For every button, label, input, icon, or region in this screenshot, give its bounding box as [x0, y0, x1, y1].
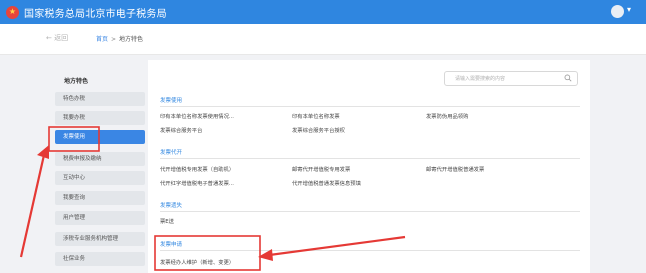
section-divider — [160, 158, 580, 159]
link-red-e-invoice[interactable]: 代开红字增值税电子普通发票... — [160, 179, 234, 187]
sidebar-item-interaction[interactable]: 互动中心 — [55, 171, 145, 185]
sidebar-item-invoice-use[interactable]: 发票使用 — [55, 130, 145, 144]
link-piao-e-song[interactable]: 票E送 — [160, 217, 174, 225]
main-panel: 发票使用 印有本单位名称发票使用情况... 印有本单位名称发票 发票防伪用品领购… — [148, 60, 590, 273]
link-anti-counterfeit-supplies[interactable]: 发票防伪用品领购 — [426, 112, 468, 120]
chevron-down-icon[interactable]: ▾ — [627, 5, 631, 14]
search-icon[interactable] — [564, 74, 572, 82]
link-prefill-normal-invoice[interactable]: 代开增值税普通发票信息预填 — [292, 179, 361, 187]
breadcrumb: 首页 > 地方特色 — [96, 34, 143, 43]
sidebar-item-special-tax[interactable]: 特色办税 — [55, 92, 145, 106]
tax-bureau-logo-icon: ★ — [6, 5, 19, 19]
sidebar-item-query[interactable]: 我要查询 — [55, 191, 145, 205]
link-invoice-usage-report[interactable]: 印有本单位名称发票使用情况... — [160, 112, 234, 120]
top-bar: ★ 国家税务总局北京市电子税务局 — [0, 0, 646, 24]
app-title: 国家税务总局北京市电子税务局 — [24, 8, 167, 20]
search-input[interactable] — [455, 75, 555, 83]
back-button[interactable]: ← 返回 — [46, 33, 68, 43]
annotation-arrow-line — [19, 154, 46, 258]
sidebar-item-user-management[interactable]: 用户管理 — [55, 211, 145, 225]
search-box — [444, 71, 578, 86]
link-invoice-platform-authorization[interactable]: 发票综合服务平台授权 — [292, 126, 345, 134]
section-title-invoice-application: 发票申请 — [160, 242, 183, 248]
link-invoice-service-platform[interactable]: 发票综合服务平台 — [160, 126, 202, 134]
section-divider — [160, 211, 580, 212]
section-divider — [160, 106, 580, 107]
sidebar-item-social-security[interactable]: 社保业务 — [55, 252, 145, 266]
breadcrumb-bar: ← 返回 首页 > 地方特色 — [0, 24, 646, 55]
annotation-arrowhead — [37, 145, 49, 159]
link-custom-invoice[interactable]: 印有本单位名称发票 — [292, 112, 340, 120]
link-invoice-agent-maintenance[interactable]: 发票经办人维护（新增、变更） — [160, 258, 234, 266]
breadcrumb-home[interactable]: 首页 — [96, 36, 108, 43]
section-title-invoice-issuing: 发票代开 — [160, 150, 183, 156]
link-mail-normal-invoice[interactable]: 邮寄代开增值税普通发票 — [426, 165, 484, 173]
section-title-invoice-use: 发票使用 — [160, 98, 183, 104]
sidebar-item-do-tax[interactable]: 我要办税 — [55, 111, 145, 125]
user-avatar[interactable] — [611, 5, 624, 18]
breadcrumb-separator: > — [111, 36, 117, 43]
sidebar-item-declare-pay[interactable]: 税费申报及缴纳 — [55, 152, 145, 166]
sidebar-item-tax-agency[interactable]: 涉税专业服务机构管理 — [55, 232, 145, 246]
breadcrumb-current: 地方特色 — [119, 36, 144, 43]
sidebar-title: 地方特色 — [64, 78, 89, 85]
link-mail-special-invoice[interactable]: 邮寄代开增值税专用发票 — [292, 165, 350, 173]
section-divider — [160, 250, 580, 251]
section-title-invoice-lost: 发票遗失 — [160, 203, 183, 209]
link-special-invoice-kiosk[interactable]: 代开增值税专用发票（自助机） — [160, 165, 234, 173]
